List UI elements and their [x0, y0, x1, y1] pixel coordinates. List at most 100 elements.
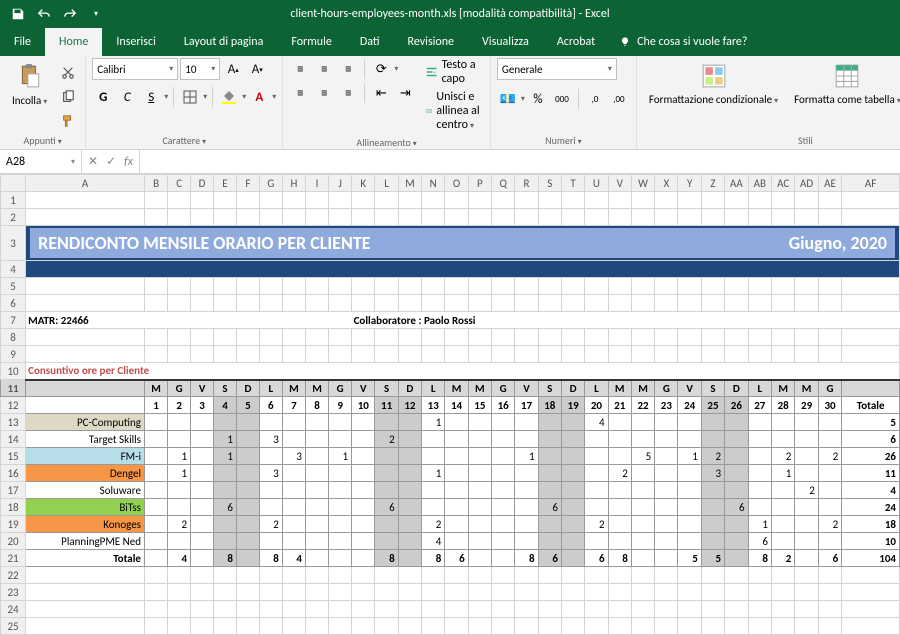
- hours-cell[interactable]: [515, 431, 538, 448]
- cell[interactable]: [375, 295, 398, 312]
- cell[interactable]: [515, 584, 538, 601]
- cell[interactable]: [398, 618, 421, 635]
- hours-cell[interactable]: [375, 414, 398, 431]
- column-header[interactable]: H: [282, 175, 305, 192]
- hours-cell[interactable]: [282, 482, 305, 499]
- cell[interactable]: [608, 278, 631, 295]
- hours-cell[interactable]: [538, 516, 561, 533]
- cell[interactable]: [236, 346, 259, 363]
- cell[interactable]: [538, 618, 561, 635]
- cell[interactable]: [398, 584, 421, 601]
- hours-cell[interactable]: [282, 499, 305, 516]
- row-header[interactable]: 5: [1, 278, 26, 295]
- cell[interactable]: [352, 192, 375, 209]
- cell[interactable]: [608, 601, 631, 618]
- cell[interactable]: [468, 209, 491, 226]
- hours-cell[interactable]: [191, 465, 214, 482]
- hours-cell[interactable]: 3: [701, 465, 724, 482]
- hours-cell[interactable]: [375, 516, 398, 533]
- hours-cell[interactable]: 4: [585, 414, 608, 431]
- hours-cell[interactable]: [236, 431, 259, 448]
- cell[interactable]: [214, 346, 237, 363]
- cell[interactable]: [214, 601, 237, 618]
- hours-cell[interactable]: [144, 431, 167, 448]
- cell[interactable]: [538, 567, 561, 584]
- cell[interactable]: [422, 584, 445, 601]
- cell[interactable]: [631, 601, 654, 618]
- align-center-icon[interactable]: ≡: [313, 82, 335, 104]
- cell[interactable]: [491, 346, 514, 363]
- cell[interactable]: [795, 567, 818, 584]
- column-header[interactable]: P: [468, 175, 491, 192]
- hours-cell[interactable]: [259, 533, 282, 550]
- hours-cell[interactable]: [352, 499, 375, 516]
- cell[interactable]: [282, 295, 305, 312]
- column-header[interactable]: N: [422, 175, 445, 192]
- hours-cell[interactable]: [538, 414, 561, 431]
- cell[interactable]: [259, 192, 282, 209]
- cell[interactable]: [725, 584, 748, 601]
- hours-cell[interactable]: [305, 414, 328, 431]
- cell[interactable]: [515, 295, 538, 312]
- hours-cell[interactable]: 2: [168, 516, 191, 533]
- font-name-combo[interactable]: Calibri▾: [92, 58, 178, 80]
- cell[interactable]: [748, 567, 771, 584]
- cell[interactable]: [214, 278, 237, 295]
- hours-cell[interactable]: 1: [422, 465, 445, 482]
- cell[interactable]: [214, 584, 237, 601]
- client-name[interactable]: Target Skills: [26, 431, 145, 448]
- align-right-icon[interactable]: ≡: [337, 82, 359, 104]
- hours-cell[interactable]: [236, 482, 259, 499]
- hours-cell[interactable]: 6: [748, 533, 771, 550]
- column-header[interactable]: R: [515, 175, 538, 192]
- cell[interactable]: [168, 346, 191, 363]
- cell[interactable]: [398, 601, 421, 618]
- cell[interactable]: [282, 329, 305, 346]
- hours-cell[interactable]: [585, 499, 608, 516]
- hours-cell[interactable]: [305, 431, 328, 448]
- hours-cell[interactable]: [468, 431, 491, 448]
- cell[interactable]: [818, 192, 841, 209]
- hours-cell[interactable]: [468, 448, 491, 465]
- cell[interactable]: [282, 567, 305, 584]
- align-middle-icon[interactable]: ≡: [313, 58, 335, 80]
- column-header[interactable]: I: [305, 175, 328, 192]
- column-header[interactable]: M: [398, 175, 421, 192]
- cell[interactable]: [771, 278, 794, 295]
- cell[interactable]: [445, 329, 468, 346]
- cell[interactable]: [168, 295, 191, 312]
- hours-cell[interactable]: [515, 465, 538, 482]
- cell[interactable]: [236, 584, 259, 601]
- hours-cell[interactable]: 2: [422, 516, 445, 533]
- hours-cell[interactable]: 2: [608, 465, 631, 482]
- format-as-table-button[interactable]: Formatta come tabella: [788, 58, 900, 110]
- increase-indent-icon[interactable]: ⇥: [394, 82, 416, 104]
- hours-cell[interactable]: [771, 414, 794, 431]
- cell[interactable]: [468, 584, 491, 601]
- column-header[interactable]: AC: [771, 175, 794, 192]
- hours-cell[interactable]: [236, 414, 259, 431]
- hours-cell[interactable]: [398, 465, 421, 482]
- hours-cell[interactable]: [305, 516, 328, 533]
- cell[interactable]: [725, 346, 748, 363]
- cell[interactable]: [236, 329, 259, 346]
- increase-decimal-icon[interactable]: ,0: [584, 88, 606, 110]
- cell[interactable]: [585, 192, 608, 209]
- hours-cell[interactable]: [352, 414, 375, 431]
- cell[interactable]: [701, 346, 724, 363]
- undo-icon[interactable]: [32, 3, 56, 25]
- hours-cell[interactable]: [725, 516, 748, 533]
- cell[interactable]: [214, 567, 237, 584]
- cell[interactable]: [771, 584, 794, 601]
- hours-cell[interactable]: [168, 414, 191, 431]
- cell[interactable]: [282, 192, 305, 209]
- cell[interactable]: [631, 584, 654, 601]
- hours-cell[interactable]: [561, 499, 584, 516]
- hours-cell[interactable]: [491, 465, 514, 482]
- cell[interactable]: [725, 567, 748, 584]
- cell[interactable]: [26, 346, 145, 363]
- hours-cell[interactable]: [144, 414, 167, 431]
- hours-cell[interactable]: [352, 448, 375, 465]
- cell[interactable]: [515, 618, 538, 635]
- cell[interactable]: [375, 192, 398, 209]
